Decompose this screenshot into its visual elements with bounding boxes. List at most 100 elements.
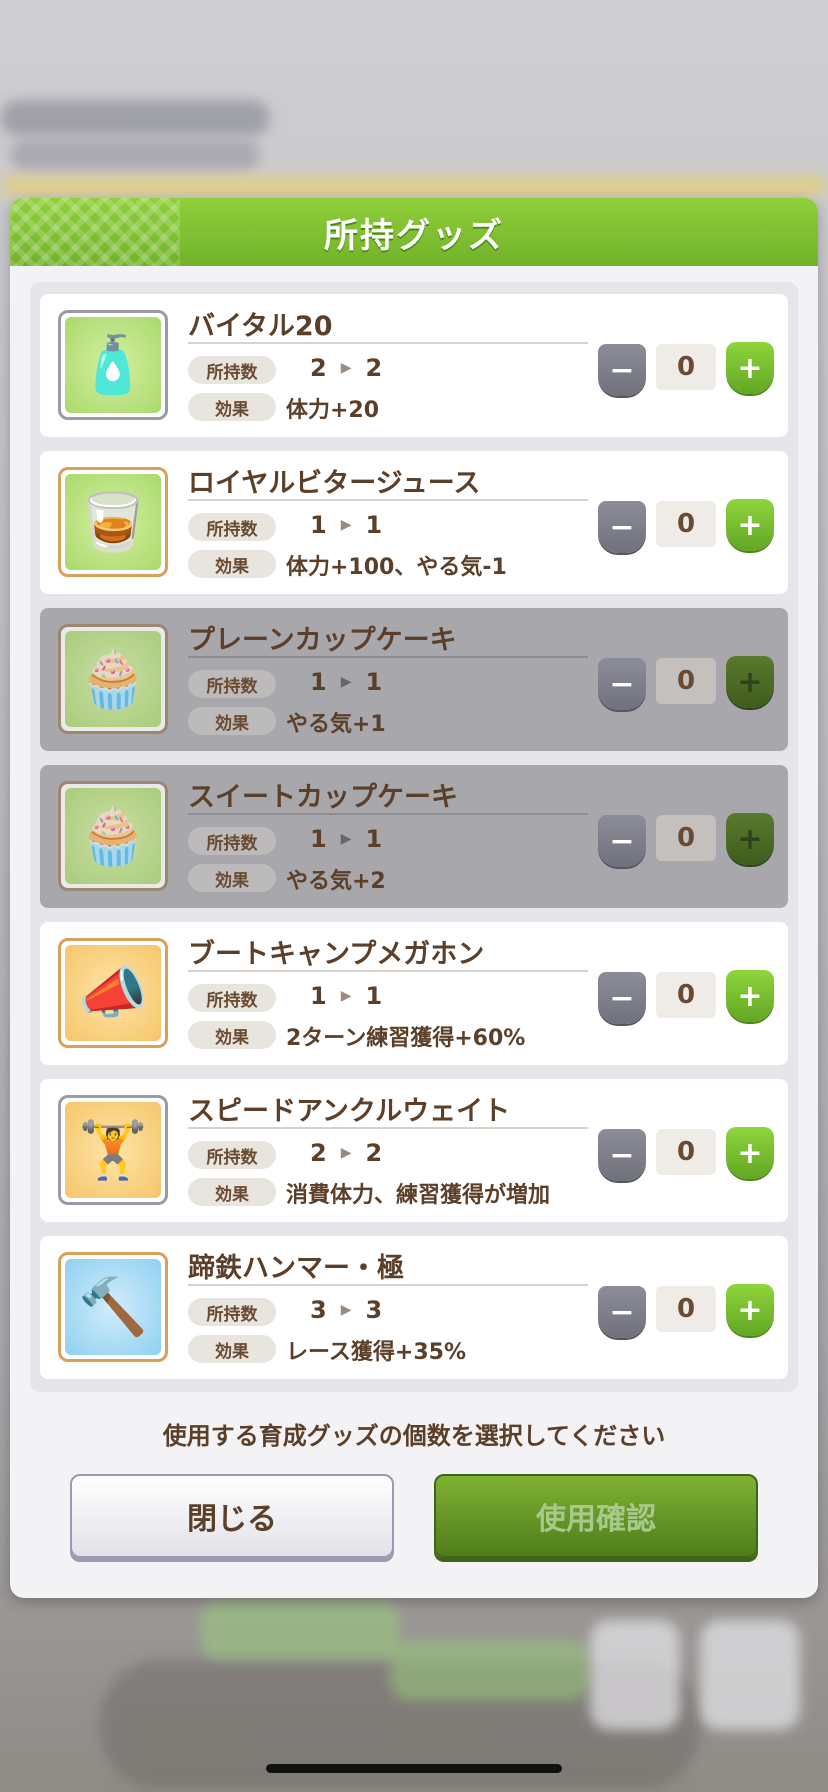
instruction-text: 使用する育成グッズの個数を選択してください xyxy=(162,1422,666,1450)
background-blur xyxy=(10,140,260,170)
plus-button[interactable]: + xyxy=(726,1284,774,1336)
owned-label: 所持数 xyxy=(188,1298,276,1326)
divider xyxy=(188,342,588,344)
header-pattern xyxy=(10,198,180,266)
owned-count: 1 ▶ 1 xyxy=(310,511,382,539)
ankle-weight-icon: 🏋 xyxy=(65,1102,161,1198)
effect-label: 効果 xyxy=(188,707,276,735)
plus-button[interactable]: + xyxy=(726,1127,774,1179)
arrow-right-icon: ▶ xyxy=(340,1302,352,1318)
dialog-title: 所持グッズ xyxy=(324,215,504,256)
owned-before: 1 xyxy=(310,511,327,539)
item-effect: 2ターン練習獲得+60% xyxy=(286,1026,526,1051)
dialog-header: 所持グッズ xyxy=(10,198,818,266)
owned-before: 3 xyxy=(310,1296,327,1324)
item-list[interactable]: 🧴 バイタル20 所持数 効果 2 ▶ 2 体力+20 − 0 + 🥃 ロイヤル… xyxy=(30,282,798,1392)
owned-label: 所持数 xyxy=(188,984,276,1012)
divider xyxy=(188,499,588,501)
minus-button[interactable]: − xyxy=(598,1129,646,1181)
plus-button[interactable]: + xyxy=(726,499,774,551)
owned-after: 1 xyxy=(365,511,383,539)
owned-count: 1 ▶ 1 xyxy=(310,982,382,1010)
background-blur xyxy=(590,1620,680,1730)
effect-label: 効果 xyxy=(188,393,276,421)
use-count: 0 xyxy=(656,344,716,390)
list-item: 🧁 スイートカップケーキ 所持数 効果 1 ▶ 1 やる気+2 − 0 + xyxy=(40,765,788,908)
list-item: 🥃 ロイヤルビタージュース 所持数 効果 1 ▶ 1 体力+100、やる気-1 … xyxy=(40,451,788,594)
background-blur xyxy=(0,175,828,197)
item-effect: 消費体力、練習獲得が増加 xyxy=(286,1183,551,1208)
home-indicator[interactable] xyxy=(266,1764,562,1773)
item-effect: 体力+100、やる気-1 xyxy=(286,555,507,580)
background-blur xyxy=(390,1640,590,1700)
sweet-cupcake-icon: 🧁 xyxy=(65,788,161,884)
divider xyxy=(188,970,588,972)
list-item: 🔨 蹄鉄ハンマー・極 所持数 効果 3 ▶ 3 レース獲得+35% − 0 + xyxy=(40,1236,788,1379)
energy-drink-icon: 🧴 xyxy=(65,317,161,413)
item-name: スピードアンクルウェイト xyxy=(188,1096,511,1127)
plus-button[interactable]: + xyxy=(726,970,774,1022)
effect-label: 効果 xyxy=(188,864,276,892)
item-name: プレーンカップケーキ xyxy=(188,625,457,656)
plus-button[interactable]: + xyxy=(726,342,774,394)
minus-button[interactable]: − xyxy=(598,972,646,1024)
owned-after: 3 xyxy=(365,1296,383,1324)
effect-label: 効果 xyxy=(188,1021,276,1049)
plus-button[interactable]: + xyxy=(726,656,774,708)
owned-count: 3 ▶ 3 xyxy=(310,1296,382,1324)
effect-label: 効果 xyxy=(188,1335,276,1363)
owned-count: 2 ▶ 2 xyxy=(310,354,382,382)
minus-button[interactable]: − xyxy=(598,1286,646,1338)
item-name: ロイヤルビタージュース xyxy=(188,468,481,499)
use-count: 0 xyxy=(656,972,716,1018)
background-blur xyxy=(700,1620,800,1730)
use-count: 0 xyxy=(656,658,716,704)
item-thumbnail: 📣 xyxy=(58,938,168,1048)
divider xyxy=(188,1284,588,1286)
item-thumbnail: 🔨 xyxy=(58,1252,168,1362)
divider xyxy=(188,1127,588,1129)
confirm-use-button[interactable]: 使用確認 xyxy=(434,1474,758,1558)
list-item: 📣 ブートキャンプメガホン 所持数 効果 1 ▶ 1 2ターン練習獲得+60% … xyxy=(40,922,788,1065)
minus-button[interactable]: − xyxy=(598,501,646,553)
background-blur xyxy=(0,100,270,136)
megaphone-icon: 📣 xyxy=(65,945,161,1041)
effect-label: 効果 xyxy=(188,550,276,578)
owned-count: 1 ▶ 1 xyxy=(310,825,382,853)
item-thumbnail: 🧁 xyxy=(58,624,168,734)
owned-before: 2 xyxy=(310,1139,327,1167)
plus-button[interactable]: + xyxy=(726,813,774,865)
minus-button[interactable]: − xyxy=(598,815,646,867)
owned-after: 1 xyxy=(365,982,383,1010)
owned-after: 1 xyxy=(365,668,383,696)
arrow-right-icon: ▶ xyxy=(340,674,352,690)
use-count: 0 xyxy=(656,1286,716,1332)
minus-button[interactable]: − xyxy=(598,344,646,396)
owned-count: 1 ▶ 1 xyxy=(310,668,382,696)
owned-after: 2 xyxy=(365,354,383,382)
item-effect: 体力+20 xyxy=(286,398,380,423)
owned-label: 所持数 xyxy=(188,356,276,384)
use-count: 0 xyxy=(656,501,716,547)
close-button[interactable]: 閉じる xyxy=(70,1474,394,1558)
item-thumbnail: 🧴 xyxy=(58,310,168,420)
cupcake-icon: 🧁 xyxy=(65,631,161,727)
arrow-right-icon: ▶ xyxy=(340,831,352,847)
horseshoe-hammer-icon: 🔨 xyxy=(65,1259,161,1355)
minus-button[interactable]: − xyxy=(598,658,646,710)
item-thumbnail: 🥃 xyxy=(58,467,168,577)
list-item: 🧴 バイタル20 所持数 効果 2 ▶ 2 体力+20 − 0 + xyxy=(40,294,788,437)
item-name: ブートキャンプメガホン xyxy=(188,939,485,970)
item-name: スイートカップケーキ xyxy=(188,782,458,813)
item-effect: やる気+2 xyxy=(286,869,386,894)
owned-label: 所持数 xyxy=(188,827,276,855)
owned-label: 所持数 xyxy=(188,1141,276,1169)
owned-label: 所持数 xyxy=(188,513,276,541)
owned-before: 1 xyxy=(310,668,327,696)
owned-before: 1 xyxy=(310,825,327,853)
item-name: バイタル20 xyxy=(188,311,333,342)
owned-after: 2 xyxy=(365,1139,383,1167)
use-count: 0 xyxy=(656,1129,716,1175)
arrow-right-icon: ▶ xyxy=(340,988,352,1004)
owned-goods-dialog: 所持グッズ 🧴 バイタル20 所持数 効果 2 ▶ 2 体力+20 − 0 + … xyxy=(10,198,818,1598)
